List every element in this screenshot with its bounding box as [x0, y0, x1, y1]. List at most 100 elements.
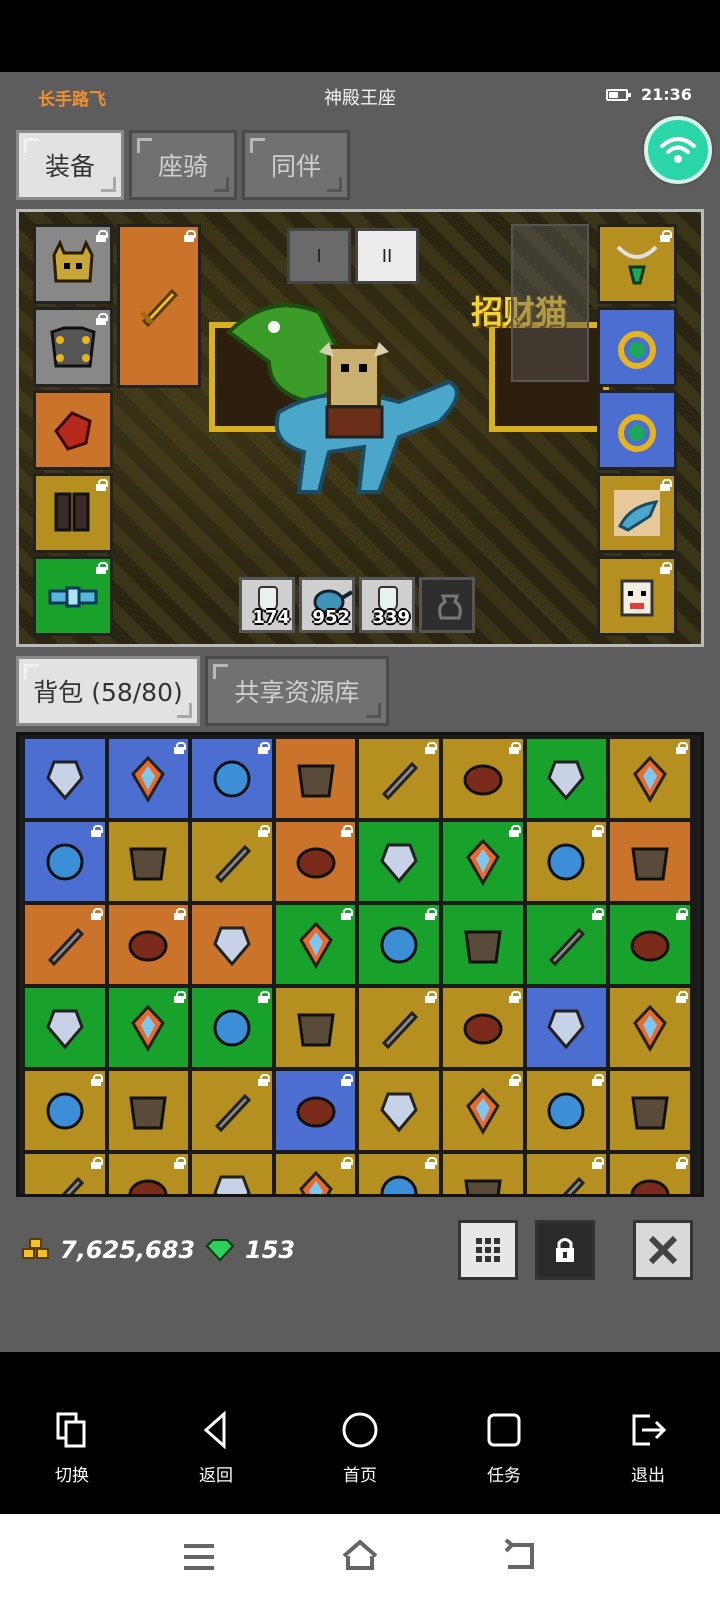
potion-count: 339: [372, 607, 410, 628]
inventory-slot[interactable]: [524, 820, 609, 903]
slot-pet-lucky-cat[interactable]: [597, 556, 677, 636]
inventory-slot[interactable]: [440, 1069, 525, 1152]
inventory-slot[interactable]: [608, 986, 692, 1069]
inventory-slot[interactable]: [23, 1152, 107, 1194]
inventory-slot[interactable]: [273, 986, 358, 1069]
bottom-nav: 切换 返回 首页 任务 退出: [0, 1392, 720, 1514]
inventory-slot[interactable]: [190, 1069, 274, 1152]
nav-switch[interactable]: 切换: [22, 1410, 122, 1486]
inventory-slot[interactable]: [190, 820, 274, 903]
inventory-slot[interactable]: [524, 903, 609, 986]
wifi-button[interactable]: [644, 116, 712, 184]
sign-board: [511, 224, 589, 382]
slot-pet-dino[interactable]: [597, 473, 677, 553]
inventory-slot[interactable]: [106, 737, 191, 820]
back-icon[interactable]: [502, 1539, 538, 1571]
lock-icon: [556, 1238, 574, 1262]
tab-backpack[interactable]: 背包 (58/80): [16, 656, 200, 726]
inventory-slot[interactable]: [524, 986, 609, 1069]
lock-icon: [90, 1074, 103, 1086]
slot-belt[interactable]: [33, 556, 113, 636]
inventory-slot[interactable]: [357, 903, 441, 986]
lock-button[interactable]: [535, 1220, 595, 1280]
top-black-bar: [0, 0, 720, 72]
close-button[interactable]: [633, 1220, 693, 1280]
slot-helmet[interactable]: [33, 224, 113, 304]
inventory-slot[interactable]: [524, 737, 609, 820]
inventory-slot[interactable]: [273, 1152, 358, 1194]
tab-mount[interactable]: 座骑: [129, 130, 237, 200]
inventory-slot[interactable]: [190, 1152, 274, 1194]
item-icon: [380, 1175, 418, 1194]
potion-slot-mp[interactable]: 339: [359, 577, 415, 633]
inventory-slot[interactable]: [106, 903, 191, 986]
inventory-slot[interactable]: [190, 737, 274, 820]
tab-companion[interactable]: 同伴: [242, 130, 350, 200]
inventory-slot[interactable]: [273, 820, 358, 903]
slot-weapon[interactable]: [117, 224, 201, 388]
inventory-slot[interactable]: [190, 903, 274, 986]
close-icon: [648, 1235, 678, 1265]
inventory-slot[interactable]: [440, 903, 525, 986]
inventory-slot[interactable]: [273, 1069, 358, 1152]
inventory-slot[interactable]: [440, 737, 525, 820]
inventory-slot[interactable]: [190, 986, 274, 1069]
inventory-slot[interactable]: [23, 737, 107, 820]
inventory-slot[interactable]: [524, 1069, 609, 1152]
slot-necklace[interactable]: [597, 224, 677, 304]
inventory-slot[interactable]: [357, 986, 441, 1069]
nav-back[interactable]: 返回: [166, 1410, 266, 1486]
inventory-slot[interactable]: [608, 1152, 692, 1194]
item-icon: [214, 1093, 252, 1132]
inventory-slot[interactable]: [273, 737, 358, 820]
page-button-1[interactable]: I: [287, 228, 351, 284]
inventory-slot[interactable]: [357, 820, 441, 903]
potion-slot-empty[interactable]: [419, 577, 475, 633]
item-icon: [633, 755, 667, 803]
inventory-slot[interactable]: [608, 1069, 692, 1152]
inventory-slot[interactable]: [440, 820, 525, 903]
inventory-slot[interactable]: [357, 737, 441, 820]
item-icon: [213, 926, 251, 966]
potion-count: 174: [252, 607, 290, 628]
inventory-slot[interactable]: [106, 986, 191, 1069]
lock-icon: [675, 1157, 688, 1169]
menu-icon[interactable]: [182, 1542, 216, 1572]
inventory-slot[interactable]: [106, 1152, 191, 1194]
inventory-slot[interactable]: [106, 1069, 191, 1152]
inventory-slot[interactable]: [23, 820, 107, 903]
inventory-slot[interactable]: [608, 737, 692, 820]
slot-boots[interactable]: [33, 473, 113, 553]
slot-gloves[interactable]: [33, 390, 113, 470]
inventory-slot[interactable]: [273, 903, 358, 986]
diamond-icon: [205, 1239, 235, 1262]
home-icon[interactable]: [340, 1538, 380, 1572]
inventory-slot[interactable]: [608, 820, 692, 903]
nav-home[interactable]: 首页: [310, 1410, 410, 1486]
slot-ring-1[interactable]: [597, 307, 677, 387]
page-button-2[interactable]: II: [355, 228, 419, 284]
potion-slot-teapot[interactable]: 952: [299, 577, 355, 633]
game-screen: 长手路飞 神殿王座 21:36 装备 座骑 同伴 招财猫 I II 174 95…: [0, 72, 720, 1352]
inventory-slot[interactable]: [357, 1069, 441, 1152]
potion-slot-hp[interactable]: 174: [239, 577, 295, 633]
inventory-slot[interactable]: [608, 903, 692, 986]
inventory-slot[interactable]: [23, 986, 107, 1069]
inventory-slot[interactable]: [106, 820, 191, 903]
nav-task[interactable]: 任务: [454, 1410, 554, 1486]
inventory-slot[interactable]: [524, 1152, 609, 1194]
inventory-slot[interactable]: [357, 1152, 441, 1194]
slot-armor[interactable]: [33, 307, 113, 387]
inventory-slot[interactable]: [23, 1069, 107, 1152]
nav-exit[interactable]: 退出: [598, 1410, 698, 1486]
inventory-slot[interactable]: [440, 1152, 525, 1194]
tab-shared-storage[interactable]: 共享资源库: [205, 656, 389, 726]
belt-icon: [48, 586, 98, 608]
sort-grid-button[interactable]: [458, 1220, 518, 1280]
item-icon: [46, 1009, 84, 1049]
slot-ring-2[interactable]: [597, 390, 677, 470]
item-icon: [47, 927, 84, 966]
inventory-slot[interactable]: [23, 903, 107, 986]
tab-equipment[interactable]: 装备: [16, 130, 124, 200]
inventory-slot[interactable]: [440, 986, 525, 1069]
